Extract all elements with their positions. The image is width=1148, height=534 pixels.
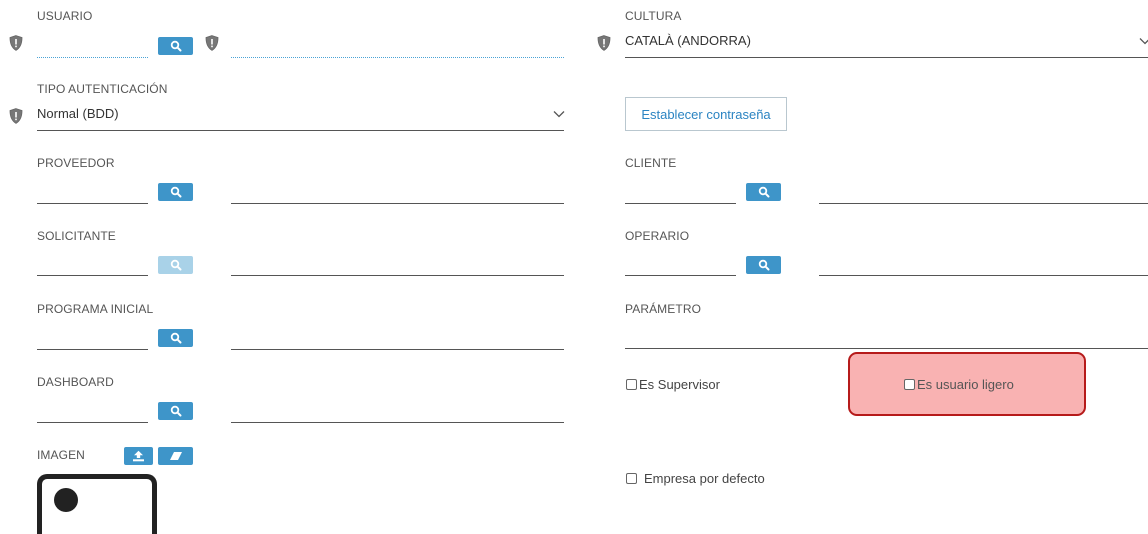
es-usuario-ligero-checkbox[interactable] (904, 379, 915, 390)
eraser-icon (169, 452, 182, 460)
search-icon (170, 186, 182, 198)
chevron-down-icon (1139, 37, 1148, 45)
empresa-por-defecto-checkbox[interactable] (626, 473, 637, 484)
search-icon (170, 405, 182, 417)
shield-icon (205, 35, 219, 51)
cultura-select[interactable]: CATALÀ (ANDORRA) (625, 31, 1148, 58)
usuario-code-input[interactable] (37, 57, 148, 58)
usuario-label: USUARIO (37, 9, 93, 23)
operario-search-button[interactable] (746, 256, 781, 274)
search-icon (758, 186, 770, 198)
clear-image-button[interactable] (158, 447, 193, 465)
proveedor-desc-input[interactable] (231, 203, 564, 204)
shield-icon (9, 35, 23, 51)
search-icon (170, 259, 182, 271)
es-supervisor-checkbox[interactable] (626, 379, 637, 390)
search-icon (758, 259, 770, 271)
cliente-desc-input[interactable] (819, 203, 1148, 204)
upload-image-button[interactable] (124, 447, 153, 465)
tipo-autenticacion-value: Normal (BDD) (37, 106, 119, 121)
programa-inicial-desc-input[interactable] (231, 349, 564, 350)
programa-inicial-label: PROGRAMA INICIAL (37, 302, 154, 316)
chevron-down-icon (553, 110, 565, 118)
avatar-icon (37, 474, 157, 534)
solicitante-label: SOLICITANTE (37, 229, 116, 243)
search-icon (170, 40, 182, 52)
operario-desc-input[interactable] (819, 275, 1148, 276)
programa-inicial-search-button[interactable] (158, 329, 193, 347)
tipo-autenticacion-select[interactable]: Normal (BDD) (37, 104, 564, 131)
es-usuario-ligero-label: Es usuario ligero (917, 377, 1014, 392)
solicitante-code-input[interactable] (37, 275, 148, 276)
imagen-label: IMAGEN (37, 448, 85, 462)
cliente-code-input[interactable] (625, 203, 736, 204)
dashboard-code-input[interactable] (37, 422, 148, 423)
empresa-por-defecto-label: Empresa por defecto (644, 471, 765, 486)
establecer-contrasena-button[interactable]: Establecer contraseña (625, 97, 787, 131)
shield-icon (9, 108, 23, 124)
dashboard-search-button[interactable] (158, 402, 193, 420)
parametro-label: PARÁMETRO (625, 302, 702, 316)
dashboard-label: DASHBOARD (37, 375, 114, 389)
tipo-autenticacion-label: TIPO AUTENTICACIÓN (37, 82, 168, 96)
usuario-search-button[interactable] (158, 37, 193, 55)
shield-icon (597, 35, 611, 51)
operario-code-input[interactable] (625, 275, 736, 276)
parametro-input[interactable] (625, 348, 1148, 349)
programa-inicial-code-input[interactable] (37, 349, 148, 350)
solicitante-search-button[interactable] (158, 256, 193, 274)
cliente-label: CLIENTE (625, 156, 677, 170)
cultura-label: CULTURA (625, 9, 682, 23)
search-icon (170, 332, 182, 344)
avatar-head (54, 488, 78, 512)
proveedor-search-button[interactable] (158, 183, 193, 201)
cliente-search-button[interactable] (746, 183, 781, 201)
operario-label: OPERARIO (625, 229, 690, 243)
proveedor-label: PROVEEDOR (37, 156, 115, 170)
cultura-value: CATALÀ (ANDORRA) (625, 33, 751, 48)
es-supervisor-label: Es Supervisor (639, 377, 720, 392)
upload-icon (133, 450, 144, 462)
solicitante-desc-input[interactable] (231, 275, 564, 276)
usuario-desc-input[interactable] (231, 57, 564, 58)
dashboard-desc-input[interactable] (231, 422, 564, 423)
proveedor-code-input[interactable] (37, 203, 148, 204)
